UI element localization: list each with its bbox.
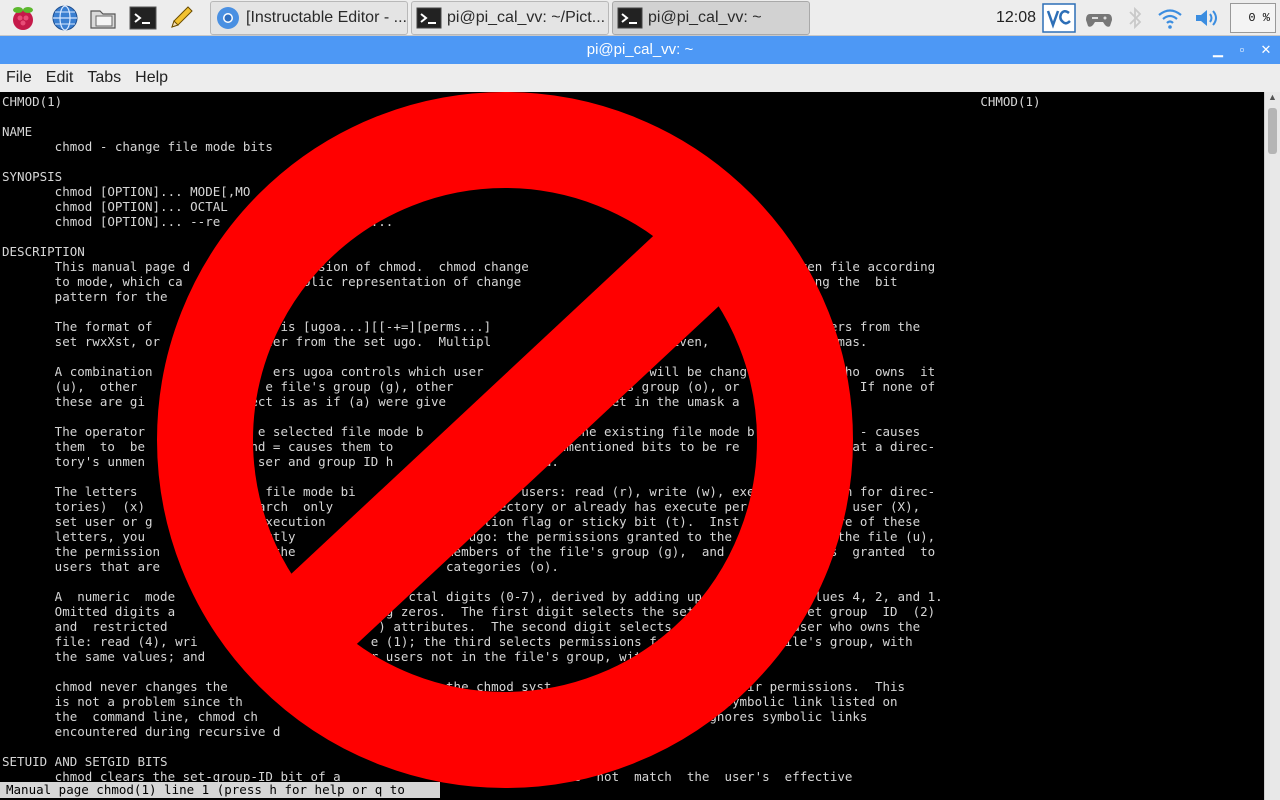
terminal-line: chmod [OPTION]... OCTAL	[2, 199, 228, 214]
terminal-scrollbar[interactable]: ▲	[1264, 92, 1280, 800]
window-title: pi@pi_cal_vv: ~	[586, 41, 694, 58]
cpu-usage: 0 %	[1230, 3, 1276, 33]
minimize-icon[interactable]: ▁	[1208, 40, 1228, 60]
menu-help[interactable]: Help	[135, 69, 168, 87]
task-label: [Instructable Editor - ...	[246, 9, 407, 26]
taskbar: [Instructable Editor - ... pi@pi_cal_vv:…	[0, 0, 1280, 36]
task-label: pi@pi_cal_vv: ~	[648, 9, 762, 26]
terminal-line: A combination ers ugoa controls which us…	[2, 364, 936, 379]
task-instructable-editor[interactable]: [Instructable Editor - ...	[210, 1, 408, 35]
globe-browser-icon[interactable]	[50, 3, 80, 33]
volume-icon[interactable]	[1192, 3, 1222, 33]
scroll-thumb[interactable]	[1268, 108, 1277, 154]
pager-status-line: Manual page chmod(1) line 1 (press h for…	[0, 782, 440, 798]
clock[interactable]: 12:08	[996, 0, 1036, 36]
terminal-icon	[617, 7, 643, 29]
chromium-icon	[217, 7, 239, 29]
scroll-up-icon[interactable]: ▲	[1265, 92, 1280, 106]
terminal-line: SETUID AND SETGID BITS	[2, 754, 168, 769]
terminal-line: tory's unmen ser and group ID h ted.	[2, 454, 559, 469]
terminal-line: chmod [OPTION]... --re ...	[2, 214, 394, 229]
bluetooth-icon[interactable]	[1120, 3, 1150, 33]
terminal-line: SYNOPSIS	[2, 169, 63, 184]
terminal-line: This manual page d U version of chmod. c…	[2, 259, 936, 274]
task-terminal-pictures[interactable]: pi@pi_cal_vv: ~/Pict...	[411, 1, 609, 35]
terminal-line: letters, you xactly s ugo: the permissio…	[2, 529, 936, 544]
task-terminal-home[interactable]: pi@pi_cal_vv: ~	[612, 1, 810, 35]
terminal-line: set rwxXst, or ter from the set ugo. Mul…	[2, 334, 868, 349]
terminal-line: file: read (4), wri e (1); the third sel…	[2, 634, 913, 649]
terminal-line: pattern for the	[2, 289, 168, 304]
terminal-line: Omitted digits a g zeros. The first digi…	[2, 604, 936, 619]
wifi-icon[interactable]	[1155, 3, 1185, 33]
terminal-line: these are gi ect is as if (a) were give …	[2, 394, 845, 409]
terminal-line: is not a problem since th links are ne a…	[2, 694, 898, 709]
terminal-line: chmod never changes the lic links; the c…	[2, 679, 906, 694]
terminal-icon[interactable]	[128, 3, 158, 33]
raspberry-menu-icon[interactable]	[8, 3, 38, 33]
terminal-line: NAME	[2, 124, 33, 139]
terminal-line: chmod - change file mode bits	[2, 139, 273, 154]
terminal-line: and restricted ) attributes. The second …	[2, 619, 921, 634]
menu-bar: File Edit Tabs Help	[0, 64, 1280, 92]
terminal-line: (u), other e file's group (g), other ile…	[2, 379, 936, 394]
task-label: pi@pi_cal_vv: ~/Pict...	[447, 9, 606, 26]
man-page-text: CHMOD(1) CHMOD(1) NAME chmod - change fi…	[2, 94, 1041, 784]
terminal-line: chmod [OPTION]... MODE[,MO	[2, 184, 251, 199]
menu-file[interactable]: File	[6, 69, 32, 87]
close-icon[interactable]: ✕	[1256, 40, 1276, 60]
terminal-line: tories) (x) arch only directory or alrea…	[2, 499, 921, 514]
gamepad-icon[interactable]	[1084, 3, 1114, 33]
terminal-line: users that are categories (o).	[2, 559, 559, 574]
pencil-icon[interactable]	[166, 3, 196, 33]
terminal-line: set user or g execution eletion flag or …	[2, 514, 921, 529]
menu-edit[interactable]: Edit	[46, 69, 74, 87]
terminal-line: A numeric mode ctal digits (0-7), derive…	[2, 589, 943, 604]
terminal-line: DESCRIPTION	[2, 244, 85, 259]
terminal-line: the same values; and ther users not in t…	[2, 649, 642, 664]
vnc-icon[interactable]	[1042, 3, 1076, 33]
menu-tabs[interactable]: Tabs	[87, 69, 121, 87]
terminal-line: The letters t file mode bi ed users: rea…	[2, 484, 936, 499]
terminal-line: to mode, which ca symbolic representatio…	[2, 274, 898, 289]
terminal-area[interactable]: CHMOD(1) CHMOD(1) NAME chmod - change fi…	[0, 92, 1264, 800]
folder-icon[interactable]	[88, 3, 118, 33]
terminal-line: The operator e selected file mode b o th…	[2, 424, 921, 439]
terminal-line: encountered during recursive d	[2, 724, 281, 739]
terminal-line: The format of de is [ugoa...][[-+=][perm…	[2, 319, 921, 334]
terminal-line: the command line, chmod ch chmod ignores…	[2, 709, 868, 724]
terminal-line: the permission othe members of the file'…	[2, 544, 936, 559]
terminal-icon	[416, 7, 442, 29]
terminal-line: them to be nd = causes them to es unment…	[2, 439, 936, 454]
maximize-icon[interactable]: ▫	[1232, 40, 1252, 60]
window-titlebar[interactable]: pi@pi_cal_vv: ~ ▁ ▫ ✕	[0, 36, 1280, 64]
terminal-line: CHMOD(1) CHMOD(1)	[2, 94, 1041, 109]
